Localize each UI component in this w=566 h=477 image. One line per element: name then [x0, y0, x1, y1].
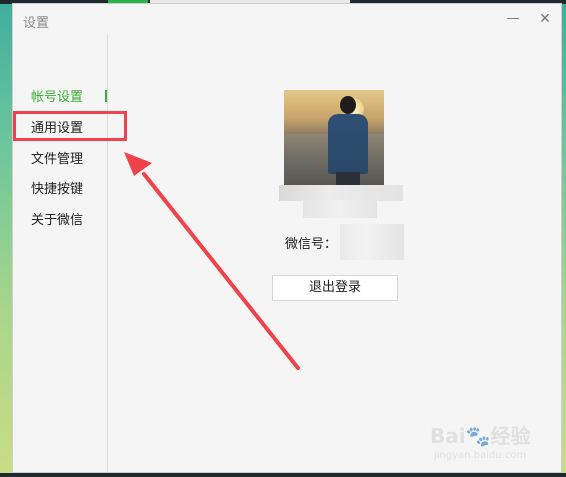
- minimize-icon[interactable]: —: [502, 8, 524, 30]
- active-indicator: [105, 90, 107, 102]
- avatar: [284, 90, 384, 190]
- sidebar-item-account-settings[interactable]: 帐号设置: [31, 89, 83, 107]
- watermark-url: jingyan.baidu.com: [434, 450, 527, 461]
- baidu-watermark: Bai🐾经验 jingyan.baidu.com: [430, 420, 540, 468]
- nickname-redacted-2: [303, 200, 377, 218]
- close-icon[interactable]: ✕: [534, 8, 556, 30]
- sidebar-item-file-management[interactable]: 文件管理: [31, 151, 83, 169]
- settings-window: 设置 — ✕ 帐号设置 通用设置 文件管理 快捷按键 关于微信 微信号： 退出登…: [12, 3, 562, 473]
- baidu-logo: Bai🐾经验: [430, 424, 531, 448]
- sidebar-item-about-wechat[interactable]: 关于微信: [31, 212, 83, 230]
- window-title: 设置: [23, 16, 50, 31]
- wechat-id-redacted: [340, 224, 404, 260]
- highlight-box: [13, 111, 127, 141]
- settings-sidebar: 帐号设置 通用设置 文件管理 快捷按键 关于微信: [13, 34, 108, 472]
- logout-button[interactable]: 退出登录: [272, 275, 398, 301]
- wechat-id-label: 微信号：: [285, 237, 338, 252]
- background-app-strip-bottom: [0, 473, 566, 477]
- sidebar-item-shortcuts[interactable]: 快捷按键: [31, 181, 83, 199]
- nickname-redacted: [279, 185, 403, 201]
